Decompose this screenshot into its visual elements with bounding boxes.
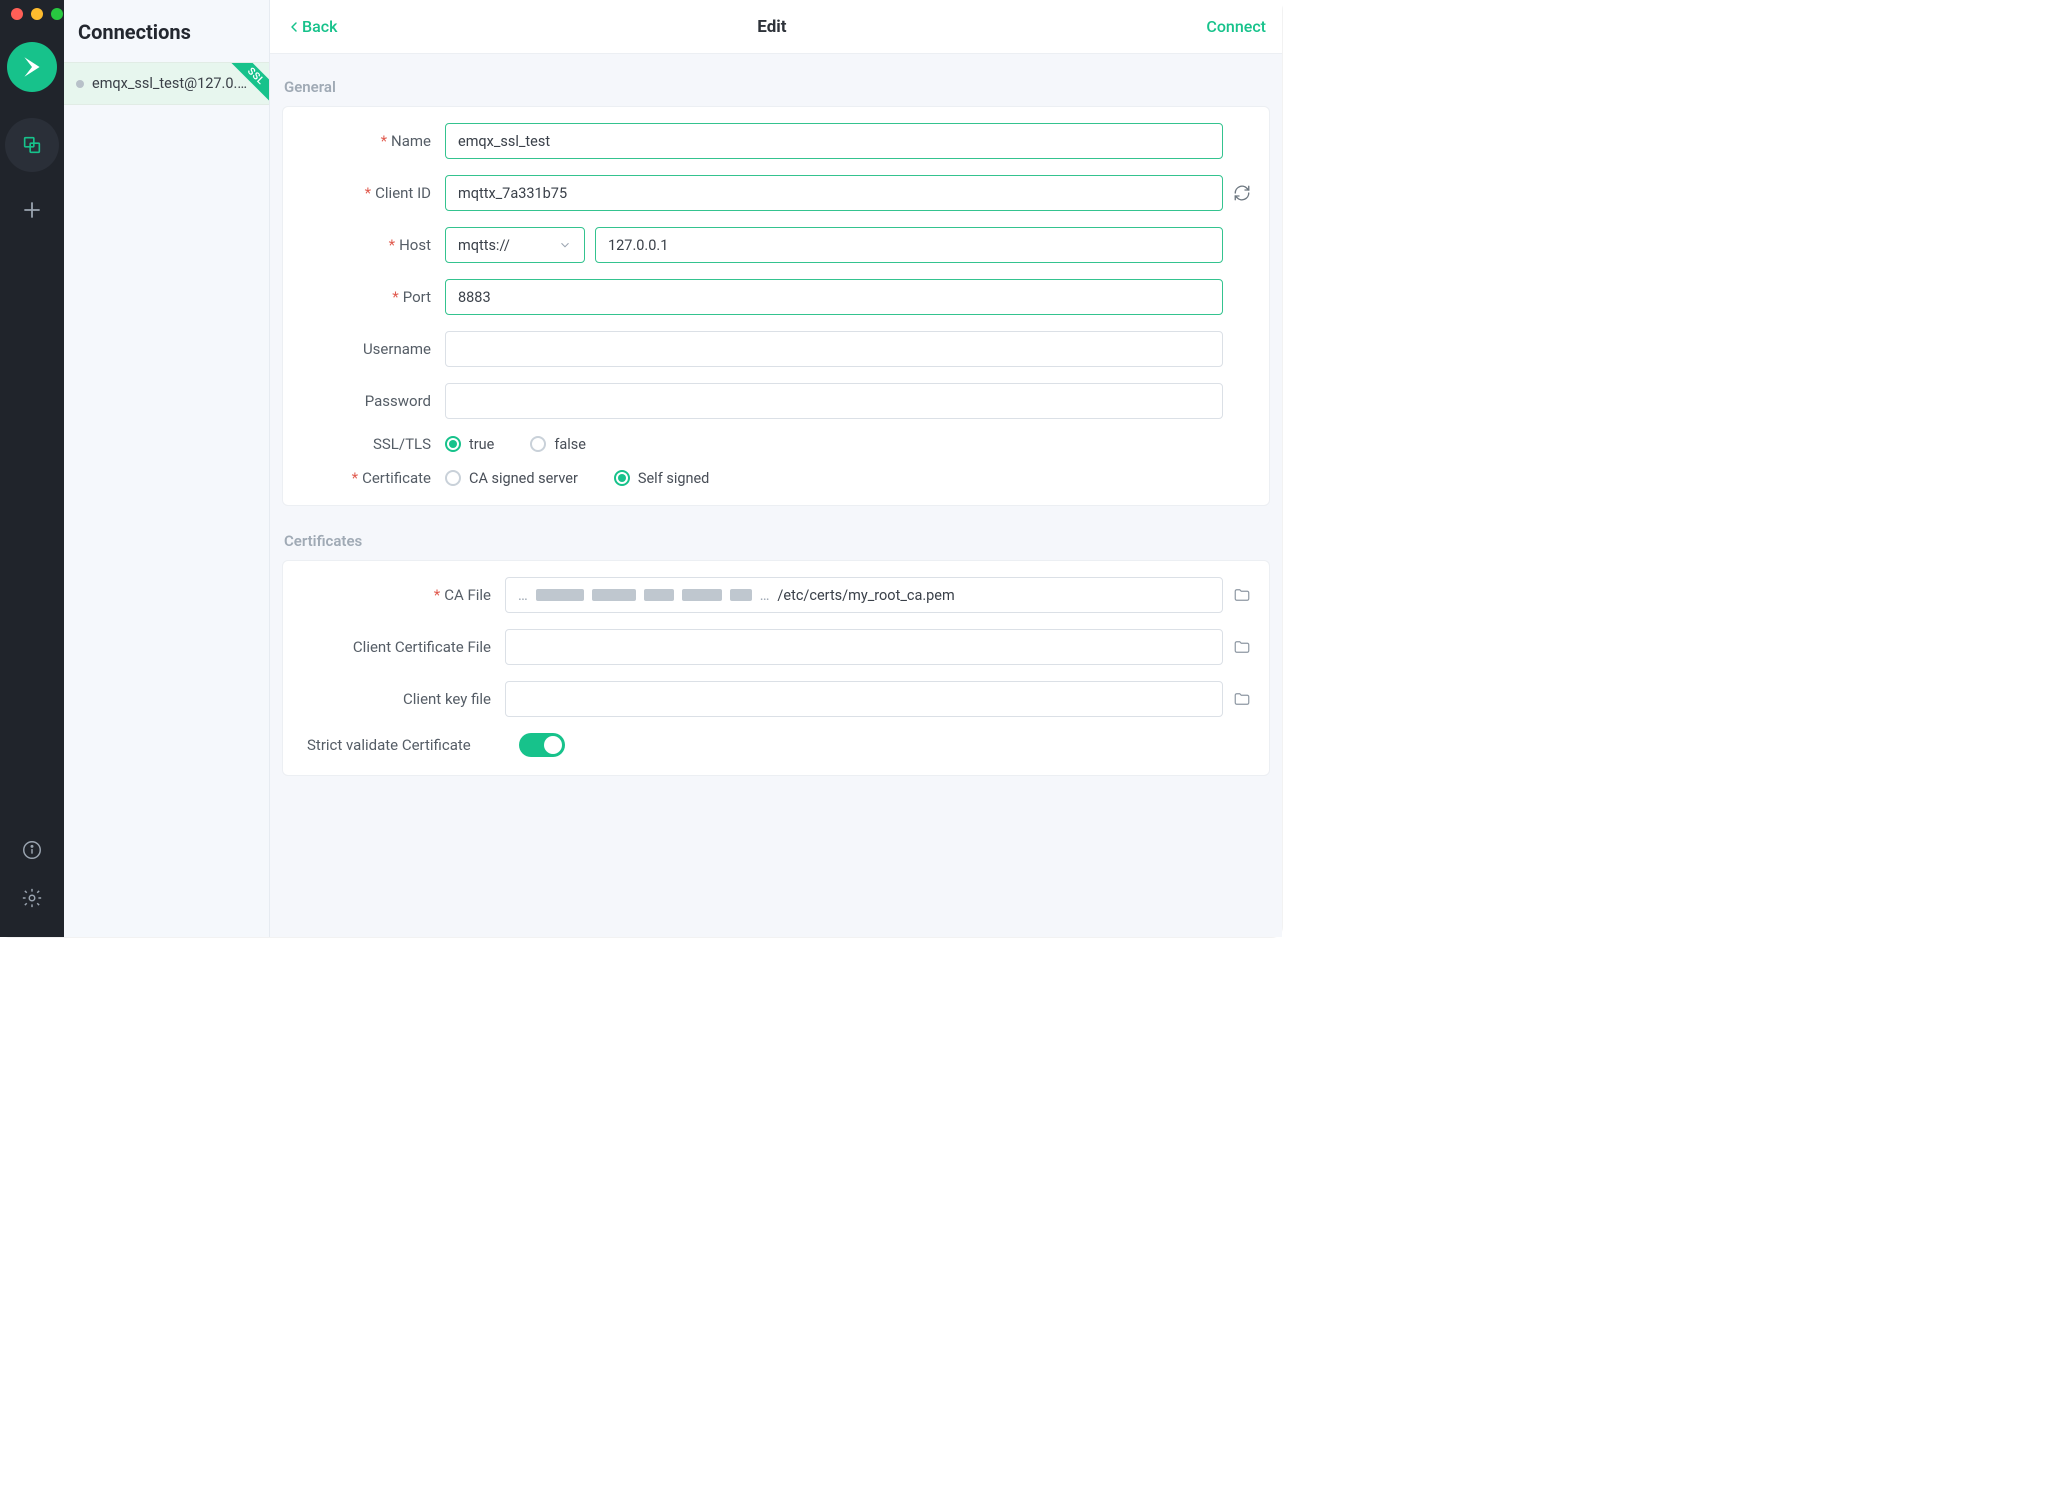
certificate-label: Certificate [362, 469, 431, 487]
app-logo-icon[interactable] [7, 42, 57, 92]
toggle-knob-icon [544, 736, 562, 754]
password-label: Password [365, 392, 431, 410]
settings-icon[interactable] [21, 887, 43, 909]
ssl-tls-label: SSL/TLS [373, 435, 431, 453]
chevron-down-icon [558, 238, 572, 252]
ca-file-input[interactable]: … … /etc/certs/my_root_ca.pem [505, 577, 1223, 613]
connection-item-label: emqx_ssl_test@127.0.0.1:8… [92, 75, 255, 92]
host-scheme-select[interactable]: mqtts:// [445, 227, 585, 263]
ssl-false-text: false [554, 436, 586, 453]
zoom-window-icon[interactable] [51, 8, 63, 20]
ca-file-tail: /etc/certs/my_root_ca.pem [777, 587, 954, 604]
username-input[interactable] [445, 331, 1223, 367]
main-panel: Back Edit Connect General *Name *Client … [270, 0, 1282, 937]
refresh-icon [1233, 184, 1251, 202]
client-cert-label: Client Certificate File [353, 638, 491, 656]
folder-icon [1233, 638, 1251, 656]
password-input[interactable] [445, 383, 1223, 419]
client-key-browse-button[interactable] [1223, 690, 1251, 708]
close-window-icon[interactable] [11, 8, 23, 20]
connections-title: Connections [64, 0, 269, 62]
strict-validate-label: Strict validate Certificate [307, 736, 471, 754]
ca-file-label: CA File [444, 586, 491, 604]
cert-self-signed-text: Self signed [638, 470, 710, 487]
form-scroll[interactable]: General *Name *Client ID [270, 54, 1282, 937]
folder-icon [1233, 586, 1251, 604]
name-input[interactable] [445, 123, 1223, 159]
ssl-true-text: true [469, 436, 494, 453]
folder-icon [1233, 690, 1251, 708]
connect-button[interactable]: Connect [1206, 17, 1266, 36]
window-controls[interactable] [11, 8, 63, 20]
client-id-label: Client ID [375, 184, 431, 202]
port-label: Port [403, 288, 431, 306]
certificates-card: *CA File … … /etc/certs/my_root_ca.pem [282, 560, 1270, 776]
minimize-window-icon[interactable] [31, 8, 43, 20]
host-scheme-value: mqtts:// [458, 237, 510, 254]
host-address-input[interactable] [595, 227, 1223, 263]
port-input[interactable] [445, 279, 1223, 315]
connection-status-dot-icon [76, 80, 84, 88]
cert-ca-signed-text: CA signed server [469, 470, 578, 487]
section-certificates-title: Certificates [284, 532, 1270, 550]
connections-panel: Connections emqx_ssl_test@127.0.0.1:8… S… [64, 0, 270, 937]
topbar: Back Edit Connect [270, 0, 1282, 54]
connections-nav-icon[interactable] [5, 118, 59, 172]
new-connection-icon[interactable] [20, 198, 44, 222]
page-title: Edit [337, 17, 1206, 37]
client-id-input[interactable] [445, 175, 1223, 211]
back-label: Back [302, 17, 337, 36]
name-label: Name [391, 132, 431, 150]
back-button[interactable]: Back [286, 17, 337, 36]
connection-list-item[interactable]: emqx_ssl_test@127.0.0.1:8… SSL [64, 62, 269, 105]
ssl-true-radio[interactable]: true [445, 436, 494, 453]
client-key-input[interactable] [505, 681, 1223, 717]
app-rail [0, 0, 64, 937]
section-general-title: General [284, 78, 1270, 96]
strict-validate-toggle[interactable] [519, 733, 565, 757]
ca-file-browse-button[interactable] [1223, 586, 1251, 604]
ssl-false-radio[interactable]: false [530, 436, 586, 453]
regenerate-client-id-button[interactable] [1223, 184, 1251, 202]
client-key-label: Client key file [403, 690, 491, 708]
client-cert-input[interactable] [505, 629, 1223, 665]
cert-ca-signed-radio[interactable]: CA signed server [445, 470, 578, 487]
username-label: Username [363, 340, 431, 358]
info-icon[interactable] [21, 839, 43, 861]
host-label: Host [399, 236, 431, 254]
client-cert-browse-button[interactable] [1223, 638, 1251, 656]
connect-label: Connect [1206, 17, 1266, 36]
chevron-left-icon [286, 19, 302, 35]
general-card: *Name *Client ID [282, 106, 1270, 506]
cert-self-signed-radio[interactable]: Self signed [614, 470, 710, 487]
